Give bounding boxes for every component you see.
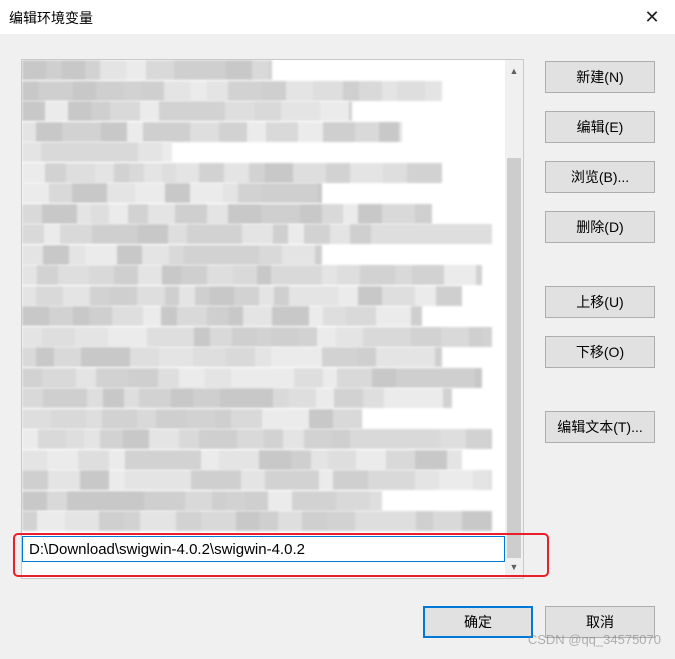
blurred-row bbox=[22, 490, 382, 511]
blurred-row bbox=[22, 224, 492, 244]
blurred-row bbox=[22, 429, 492, 449]
move-down-button[interactable]: 下移(O) bbox=[545, 336, 655, 368]
scroll-down-icon[interactable]: ▼ bbox=[505, 558, 523, 576]
ok-button[interactable]: 确定 bbox=[423, 606, 533, 638]
blurred-row bbox=[22, 449, 462, 470]
close-button[interactable]: ✕ bbox=[637, 4, 667, 30]
blurred-row bbox=[22, 306, 422, 326]
window-title: 编辑环境变量 bbox=[9, 10, 93, 26]
blurred-row bbox=[22, 511, 492, 531]
blurred-row bbox=[22, 326, 492, 347]
blurred-row bbox=[22, 142, 172, 162]
blurred-row bbox=[22, 285, 462, 306]
edit-button[interactable]: 编辑(E) bbox=[545, 111, 655, 143]
blurred-row bbox=[22, 367, 482, 388]
scroll-up-icon[interactable]: ▲ bbox=[505, 62, 523, 80]
blurred-row bbox=[22, 203, 432, 224]
blurred-row bbox=[22, 470, 492, 490]
blurred-row bbox=[22, 162, 442, 183]
new-button[interactable]: 新建(N) bbox=[545, 61, 655, 93]
blurred-row bbox=[22, 408, 362, 429]
blurred-row bbox=[22, 183, 322, 203]
blurred-row bbox=[22, 121, 402, 142]
path-input[interactable] bbox=[29, 537, 489, 561]
browse-button[interactable]: 浏览(B)... bbox=[545, 161, 655, 193]
list-item-edit-field[interactable] bbox=[22, 536, 505, 562]
title-bar: 编辑环境变量 ✕ bbox=[0, 0, 675, 34]
blurred-row bbox=[22, 265, 482, 285]
blurred-entries bbox=[22, 60, 505, 532]
watermark: CSDN @qq_34575070 bbox=[527, 632, 661, 647]
blurred-row bbox=[22, 60, 272, 80]
blurred-row bbox=[22, 101, 352, 121]
blurred-row bbox=[22, 80, 442, 101]
vertical-scrollbar[interactable]: ▲ ▼ bbox=[505, 60, 523, 578]
blurred-row bbox=[22, 347, 442, 367]
move-up-button[interactable]: 上移(U) bbox=[545, 286, 655, 318]
blurred-row bbox=[22, 388, 452, 408]
env-var-list[interactable]: ▲ ▼ bbox=[21, 59, 524, 579]
close-icon: ✕ bbox=[644, 6, 660, 27]
delete-button[interactable]: 删除(D) bbox=[545, 211, 655, 243]
blurred-row bbox=[22, 244, 322, 265]
edit-text-button[interactable]: 编辑文本(T)... bbox=[545, 411, 655, 443]
scroll-thumb[interactable] bbox=[507, 158, 521, 558]
